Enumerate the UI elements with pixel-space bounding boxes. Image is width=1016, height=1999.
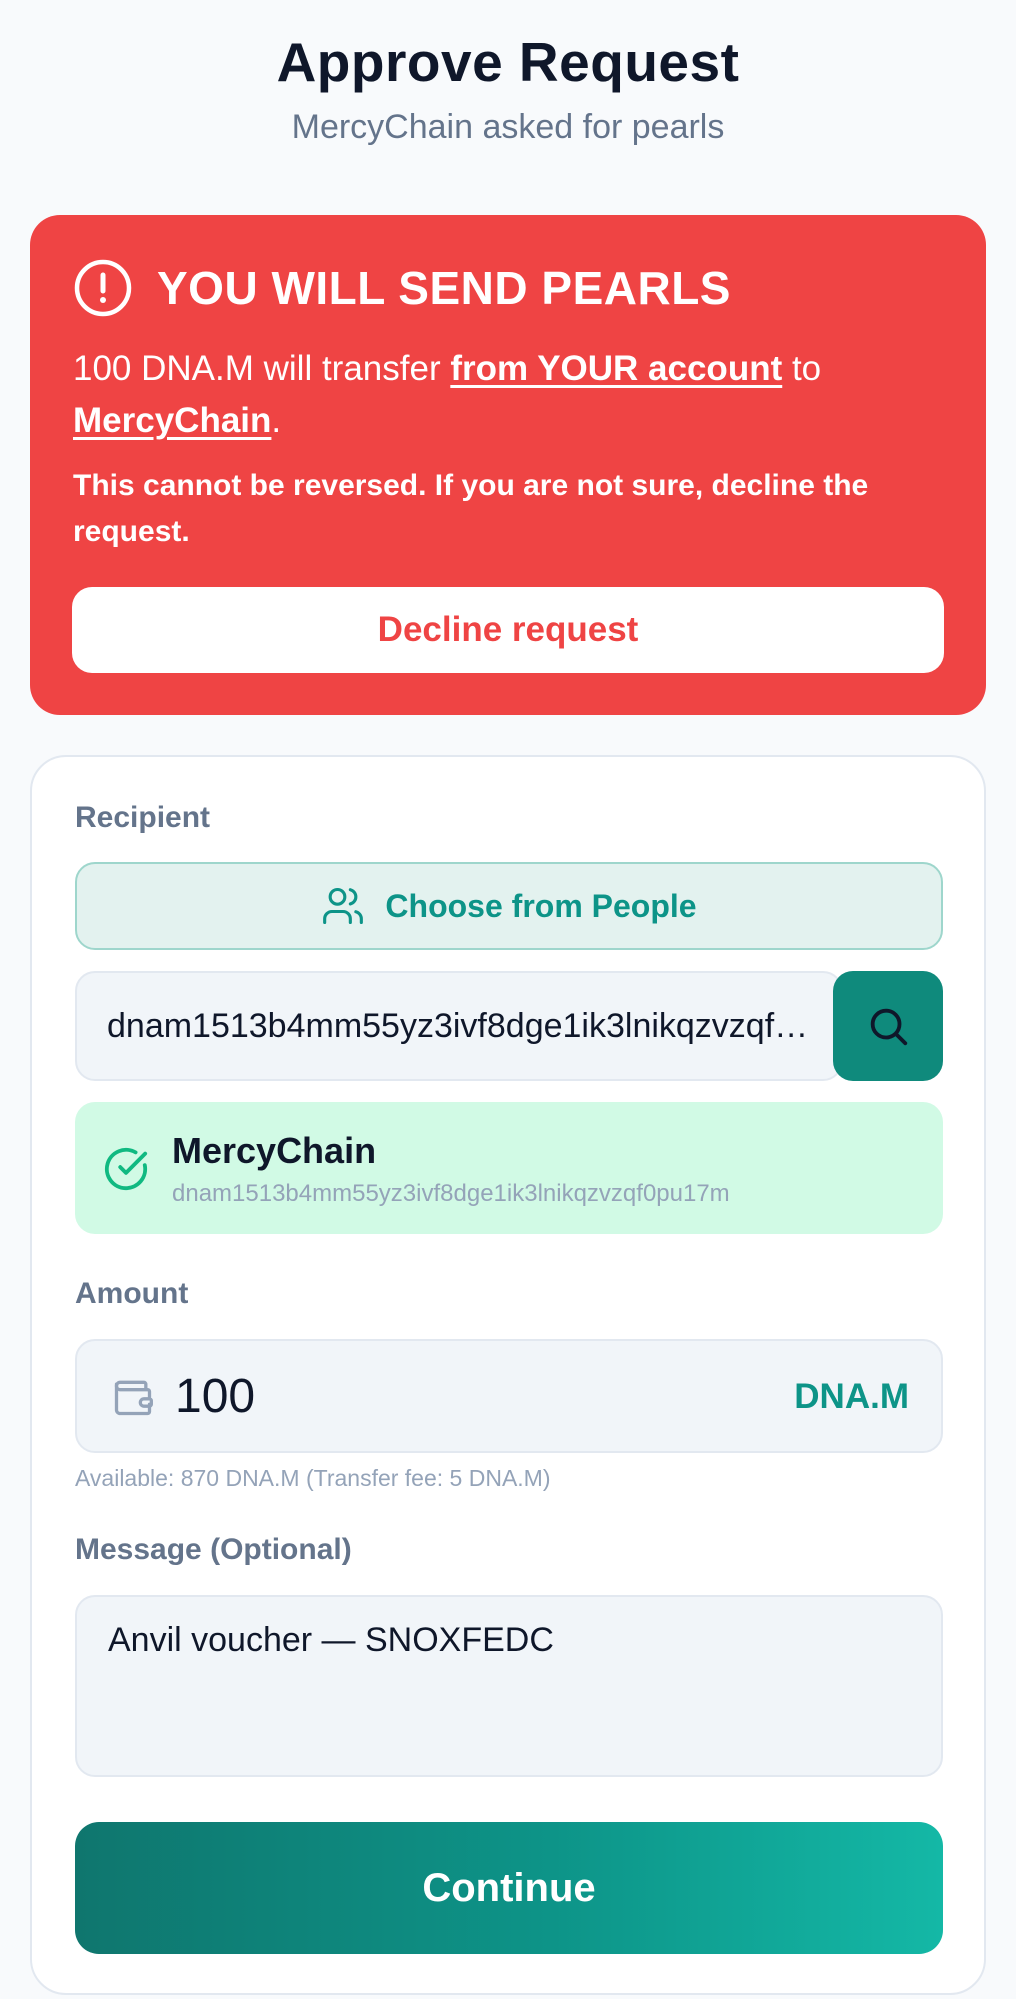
message-label: Message (Optional) xyxy=(75,1533,352,1566)
amount-hint: Available: 870 DNA.M (Transfer fee: 5 DN… xyxy=(75,1465,551,1491)
amount-value: 100 xyxy=(175,1370,256,1423)
warning-banner: YOU WILL SEND PEARLS 100 DNA.M will tran… xyxy=(30,215,986,715)
warning-note: This cannot be reversed. If you are not … xyxy=(73,469,869,548)
warning-body-middle: to xyxy=(782,349,822,388)
recipient-address-value: dnam1513b4mm55yz3ivf8dge1ik3lnikqzvzqf0p… xyxy=(107,1006,811,1045)
message-input[interactable]: Anvil voucher — SNOXFEDC xyxy=(75,1595,943,1777)
choose-from-people-button[interactable]: Choose from People xyxy=(75,862,943,950)
amount-input[interactable]: 100 DNA.M xyxy=(75,1339,943,1453)
warning-body-suffix: . xyxy=(271,401,282,440)
recipient-address-input[interactable]: dnam1513b4mm55yz3ivf8dge1ik3lnikqzvzqf0p… xyxy=(75,971,843,1081)
wallet-icon xyxy=(114,1380,153,1416)
search-icon xyxy=(870,1008,908,1046)
warning-title: YOU WILL SEND PEARLS xyxy=(157,262,731,314)
warning-body: 100 DNA.M will transfer from YOUR accoun… xyxy=(73,343,943,447)
verified-recipient: MercyChain dnam1513b4mm55yz3ivf8dge1ik3l… xyxy=(75,1102,943,1234)
warning-header: YOU WILL SEND PEARLS xyxy=(73,258,731,318)
verified-recipient-name: MercyChain xyxy=(172,1130,377,1171)
warning-body-prefix: 100 DNA.M will transfer xyxy=(73,349,451,388)
search-address-button[interactable] xyxy=(833,971,943,1081)
page-subtitle: MercyChain asked for pearls xyxy=(291,108,725,146)
page-title: Approve Request xyxy=(276,31,740,93)
warning-body-emphasis: from YOUR account xyxy=(450,349,783,388)
amount-label: Amount xyxy=(75,1277,189,1310)
verified-recipient-address: dnam1513b4mm55yz3ivf8dge1ik3lnikqzvzqf0p… xyxy=(172,1180,730,1207)
recipient-label: Recipient xyxy=(75,801,211,834)
continue-button[interactable]: Continue xyxy=(75,1822,943,1954)
amount-unit: DNA.M xyxy=(794,1377,909,1416)
alert-circle-icon xyxy=(74,259,132,317)
decline-request-button[interactable]: Decline request xyxy=(72,587,944,673)
warning-body-recipient: MercyChain xyxy=(73,401,272,440)
check-circle-icon xyxy=(104,1147,148,1191)
transfer-form-card: Recipient Choose from People dnam1513b4m… xyxy=(30,755,986,1995)
choose-from-people-label: Choose from People xyxy=(385,887,697,924)
people-icon xyxy=(323,887,364,925)
